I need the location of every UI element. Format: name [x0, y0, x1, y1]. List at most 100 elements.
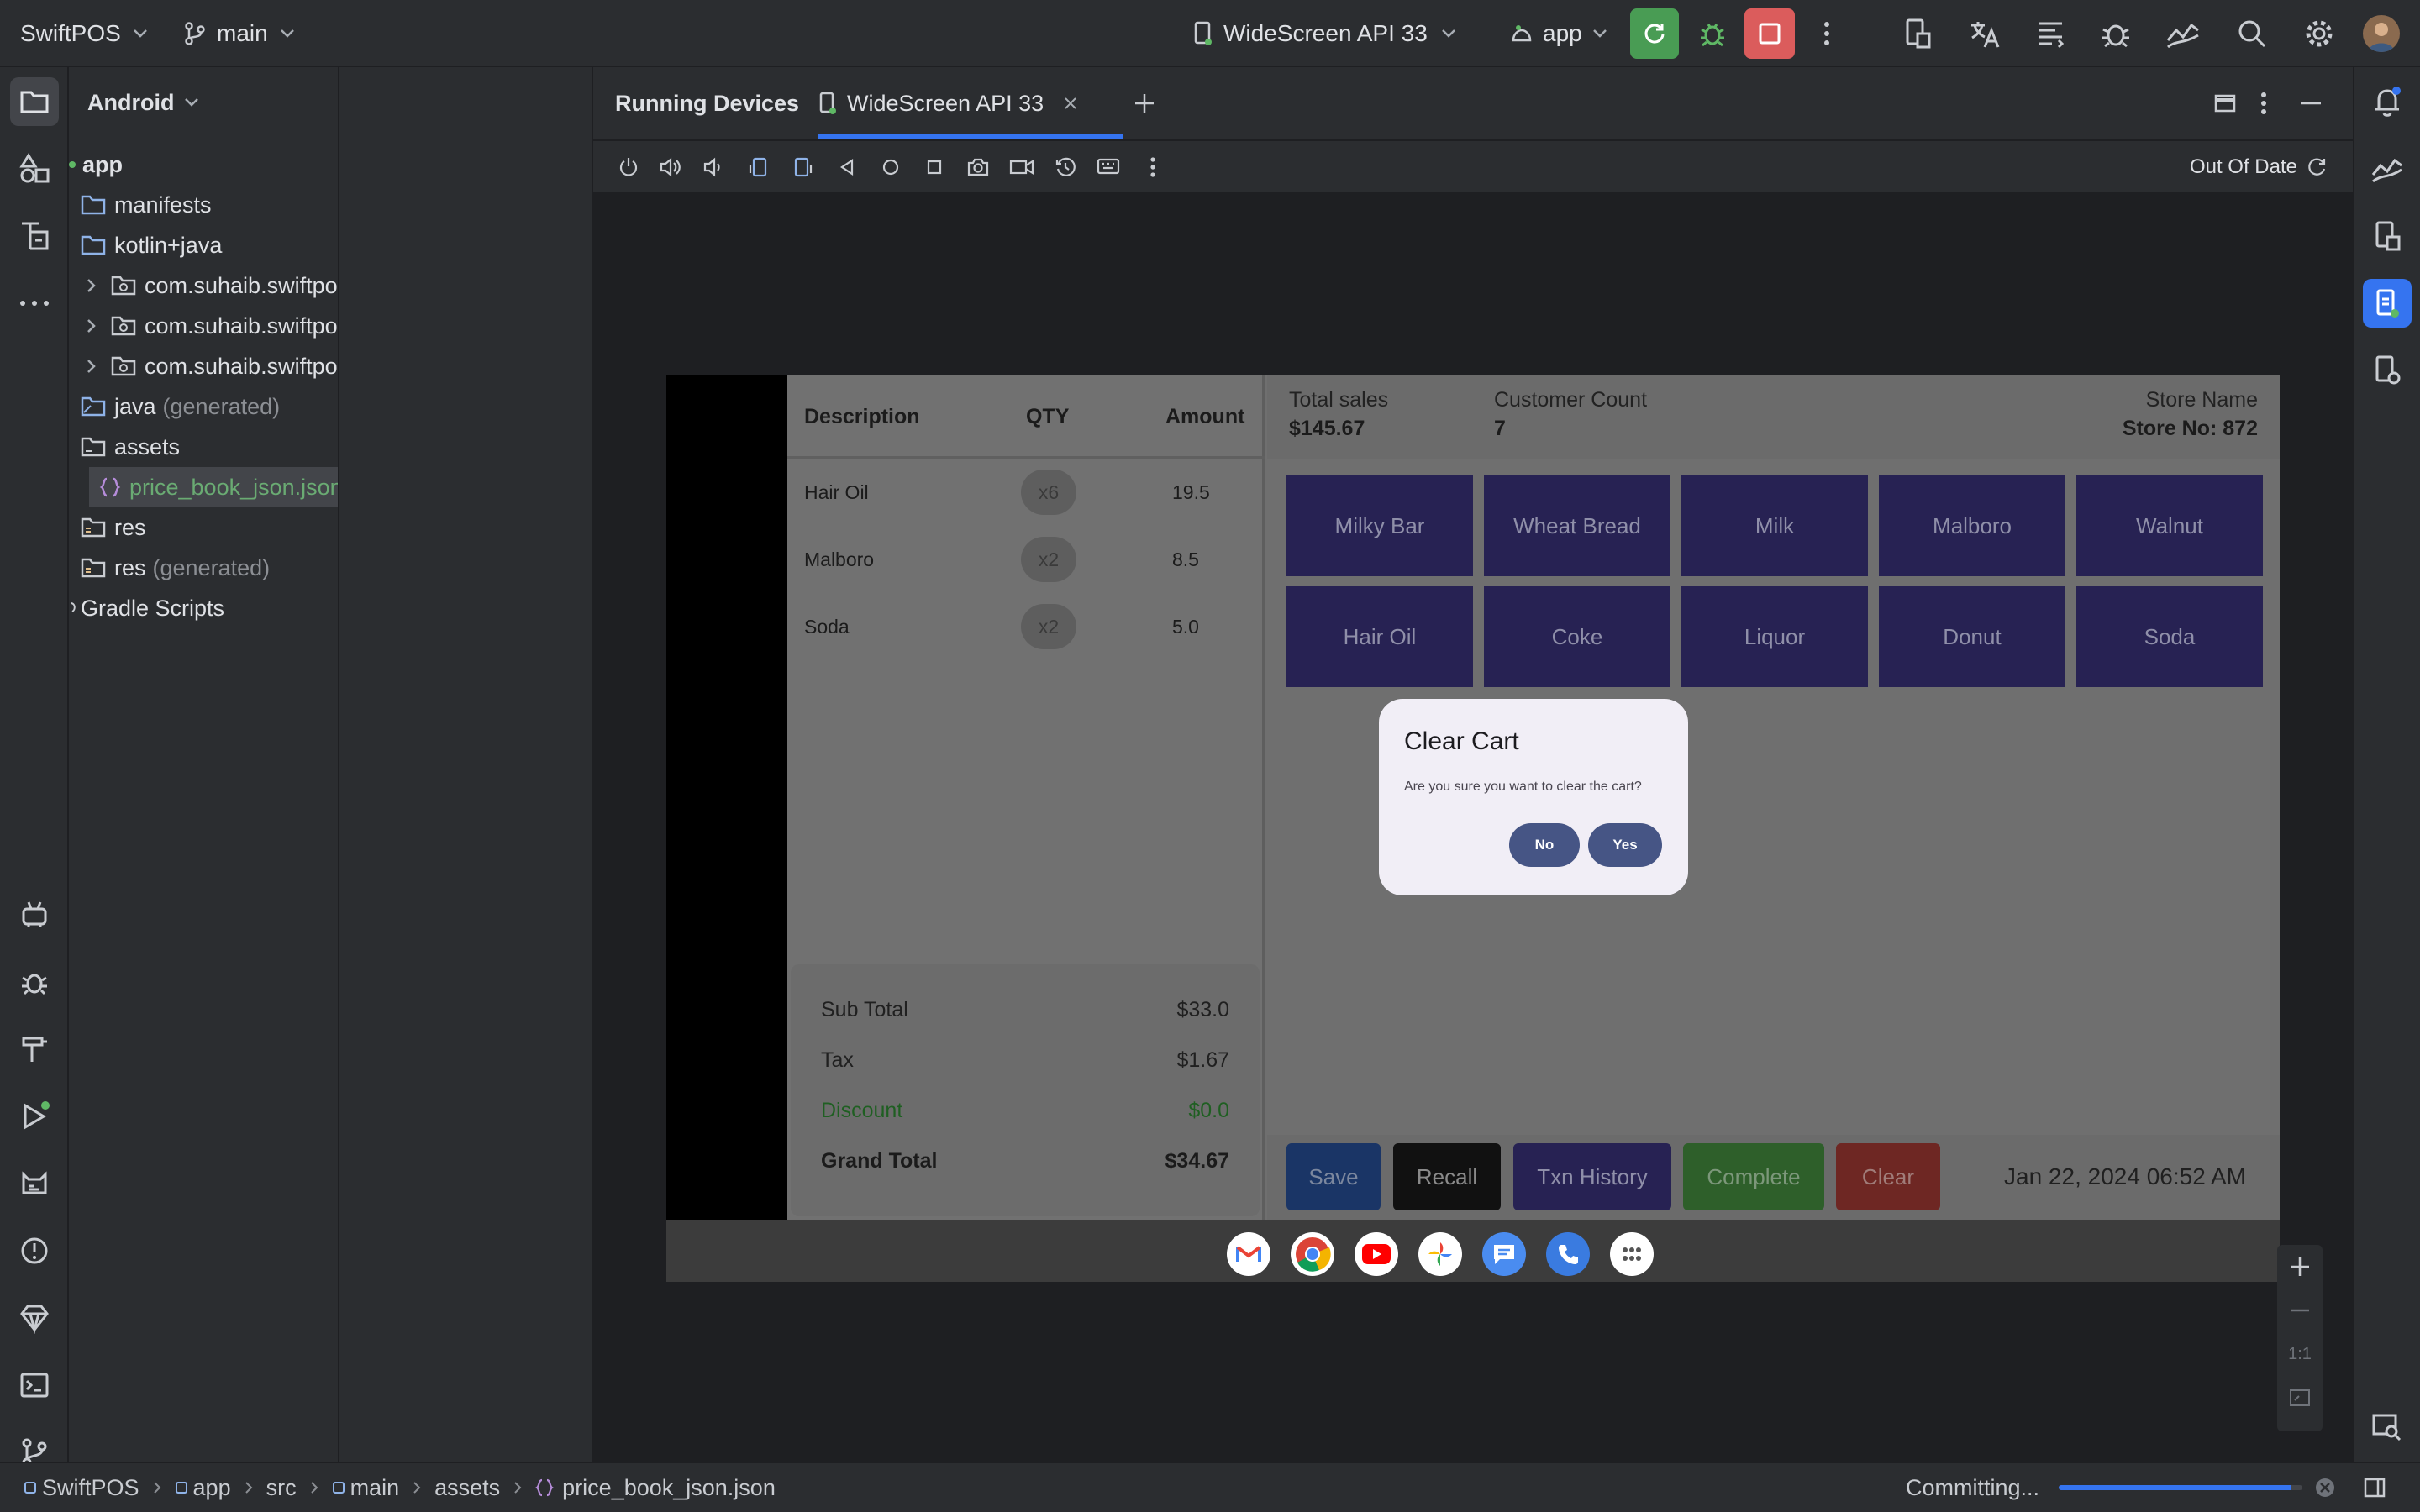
tree-item-package[interactable]: com.suhaib.swiftpos [79, 306, 338, 346]
cart-row[interactable]: Malboro x2 8.5 [787, 526, 1265, 593]
panel-options-button[interactable] [2260, 67, 2267, 139]
volume-up-button[interactable] [654, 141, 687, 193]
more-tools-button[interactable] [10, 279, 59, 328]
product-tile[interactable]: Walnut [2076, 475, 2263, 576]
record-button[interactable] [1005, 141, 1039, 193]
breadcrumb-item[interactable]: SwiftPOS [42, 1475, 139, 1501]
tree-item-kotlin-java[interactable]: kotlin+java [81, 225, 222, 265]
zoom-out-button[interactable] [2277, 1289, 2323, 1332]
zoom-actual-size-button[interactable]: 1:1 [2277, 1332, 2323, 1376]
tree-item-manifests[interactable]: manifests [81, 185, 212, 225]
breadcrumb-item[interactable]: src [266, 1475, 297, 1501]
tab-widescreen-api-33[interactable]: WideScreen API 33 [818, 67, 1077, 139]
background-task-label[interactable]: Committing... [1906, 1463, 2039, 1512]
search-button[interactable] [2228, 10, 2275, 57]
cart-row[interactable]: Soda x2 5.0 [787, 593, 1265, 660]
debug-tool-button[interactable] [10, 958, 59, 1006]
phone-icon[interactable] [1546, 1232, 1590, 1276]
build-variants-button[interactable] [10, 212, 59, 260]
messages-icon[interactable] [1482, 1232, 1526, 1276]
youtube-icon[interactable] [1355, 1232, 1398, 1276]
snapshot-button[interactable] [1049, 141, 1082, 193]
overview-button[interactable] [918, 141, 951, 193]
save-button[interactable]: Save [1286, 1143, 1381, 1210]
problems-button[interactable] [10, 1226, 59, 1275]
breadcrumb-item[interactable]: main [350, 1475, 400, 1501]
more-actions-button[interactable] [1803, 10, 1850, 57]
tree-item-app[interactable]: app [69, 144, 123, 185]
tree-item-java-generated[interactable]: java (generated) [81, 386, 280, 427]
running-devices-tool-button[interactable] [2363, 279, 2412, 328]
device-manager-tool-button[interactable] [2363, 212, 2412, 260]
gmail-icon[interactable] [1227, 1232, 1270, 1276]
settings-button[interactable] [2296, 10, 2343, 57]
device-more-button[interactable] [1136, 141, 1170, 193]
product-tile[interactable]: Coke [1484, 586, 1670, 687]
chrome-icon[interactable] [1291, 1232, 1334, 1276]
rotate-right-button[interactable] [786, 141, 820, 193]
product-tile[interactable]: Soda [2076, 586, 2263, 687]
product-tile[interactable]: Liquor [1681, 586, 1868, 687]
cart-item-qty[interactable]: x6 [1021, 470, 1076, 515]
breadcrumb-item[interactable]: assets [434, 1475, 500, 1501]
notifications-button[interactable] [2363, 77, 2412, 126]
layout-button[interactable] [2213, 67, 2237, 139]
project-tool-button[interactable] [10, 77, 59, 126]
debug-button[interactable] [1689, 10, 1736, 57]
app-drawer-icon[interactable] [1610, 1232, 1654, 1276]
tree-item-res-generated[interactable]: res (generated) [81, 548, 270, 588]
build-tool-button[interactable] [10, 1025, 59, 1074]
project-view-selector[interactable]: Android [87, 82, 199, 123]
volume-down-button[interactable] [696, 141, 729, 193]
txn-history-button[interactable]: Txn History [1513, 1143, 1671, 1210]
logcat-button[interactable] [10, 1159, 59, 1208]
product-tile[interactable]: Donut [1879, 586, 2065, 687]
cart-item-qty[interactable]: x2 [1021, 604, 1076, 649]
run-config-selector[interactable]: app [1509, 0, 1607, 67]
product-tile[interactable]: Hair Oil [1286, 586, 1473, 687]
dialog-yes-button[interactable]: Yes [1588, 823, 1662, 867]
screenshot-button[interactable] [961, 141, 995, 193]
stop-button[interactable] [1744, 8, 1795, 59]
branch-selector[interactable]: main [183, 0, 295, 67]
extended-controls-button[interactable] [1092, 141, 1126, 193]
tree-item-res[interactable]: res [81, 507, 146, 548]
device-selector[interactable]: WideScreen API 33 [1193, 0, 1456, 67]
new-tab-button[interactable] [1133, 67, 1156, 139]
app-inspection-button[interactable] [2092, 10, 2139, 57]
product-tile[interactable]: Milk [1681, 475, 1868, 576]
photos-icon[interactable] [1418, 1232, 1462, 1276]
tree-item-gradle-scripts[interactable]: Gradle Scripts [69, 588, 224, 628]
product-tile[interactable]: Milky Bar [1286, 475, 1473, 576]
product-tile[interactable]: Wheat Bread [1484, 475, 1670, 576]
gemini-button[interactable] [10, 1294, 59, 1342]
clear-button[interactable]: Clear [1836, 1143, 1940, 1210]
avatar[interactable] [2363, 15, 2400, 52]
tree-item-package[interactable]: com.suhaib.swiftpos [79, 265, 338, 306]
tree-item-package[interactable]: com.suhaib.swiftpos [79, 346, 338, 386]
tree-item-assets[interactable]: assets [81, 427, 180, 467]
toggle-panel-button[interactable] [2363, 1463, 2386, 1512]
tree-item-price-book-json[interactable]: price_book_json.json [89, 467, 338, 507]
home-button[interactable] [874, 141, 908, 193]
terminal-button[interactable] [10, 1361, 59, 1410]
out-of-date-indicator[interactable]: Out Of Date [2190, 141, 2328, 193]
back-button[interactable] [830, 141, 864, 193]
translate-button[interactable] [1961, 10, 2008, 57]
close-icon[interactable] [1064, 97, 1077, 110]
product-tile[interactable]: Malboro [1879, 475, 2065, 576]
breadcrumb-item[interactable]: price_book_json.json [562, 1475, 776, 1501]
apply-changes-button[interactable] [1630, 8, 1679, 59]
power-button[interactable] [612, 141, 645, 193]
run-tool-button[interactable] [10, 1092, 59, 1141]
complete-button[interactable]: Complete [1683, 1143, 1824, 1210]
zoom-in-button[interactable] [2277, 1245, 2323, 1289]
project-selector[interactable]: SwiftPOS [20, 0, 148, 67]
rotate-left-button[interactable] [741, 141, 775, 193]
device-manager-button[interactable] [1894, 10, 1941, 57]
cart-row[interactable]: Hair Oil x6 19.5 [787, 459, 1265, 526]
recall-button[interactable]: Recall [1393, 1143, 1501, 1210]
layout-inspector-button[interactable] [2027, 10, 2074, 57]
app-quality-button[interactable] [10, 890, 59, 939]
zoom-fit-button[interactable] [2277, 1376, 2323, 1420]
